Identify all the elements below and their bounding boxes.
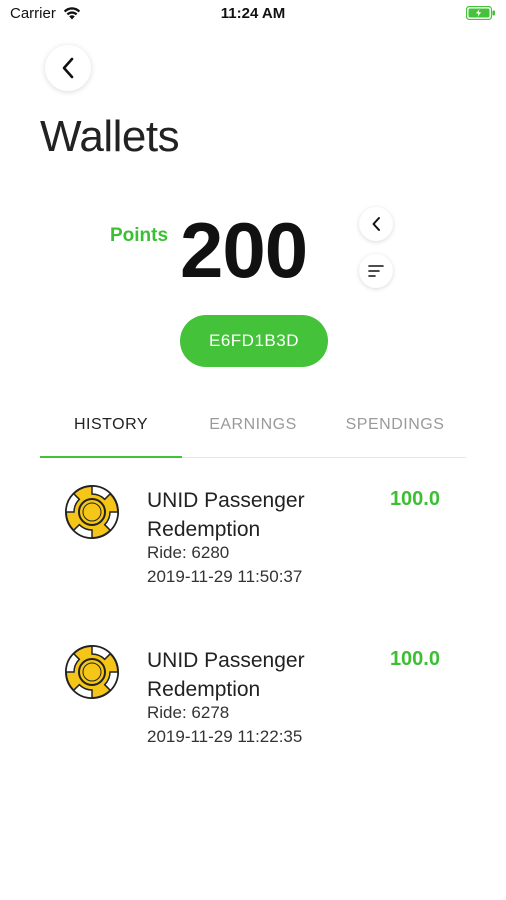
history-item-title: UNID Passenger Redemption (147, 649, 305, 701)
tab-history[interactable]: HISTORY (40, 400, 182, 457)
tab-earnings[interactable]: EARNINGS (182, 400, 324, 457)
chevron-left-icon (372, 217, 380, 231)
sort-icon (368, 265, 384, 277)
points-label: Points (110, 225, 169, 246)
history-item-amount: 100.0 (389, 648, 440, 670)
battery-icon (465, 5, 496, 21)
back-button[interactable] (45, 45, 91, 91)
tab-spendings[interactable]: SPENDINGS (324, 400, 466, 457)
wallet-code-button[interactable]: E6FD1B3D (180, 315, 328, 367)
active-tab-indicator (40, 456, 182, 458)
points-value: 200 (180, 206, 308, 294)
wallet-tabs: HISTORY EARNINGS SPENDINGS (40, 400, 466, 458)
history-list-item[interactable]: UNID Passenger Redemption Ride: 6280 201… (0, 480, 506, 620)
coin-icon (64, 644, 120, 700)
coin-icon (64, 484, 120, 540)
history-item-date: 2019-11-29 11:22:35 (147, 727, 303, 746)
page-title: Wallets (40, 112, 180, 161)
status-bar: Carrier 11:24 AM (0, 0, 506, 30)
history-item-ride: Ride: 6278 (147, 703, 230, 722)
history-item-title: UNID Passenger Redemption (147, 489, 305, 541)
collapse-button[interactable] (359, 207, 393, 241)
history-item-ride: Ride: 6280 (147, 543, 230, 562)
history-item-amount: 100.0 (389, 488, 440, 510)
sort-button[interactable] (359, 254, 393, 288)
history-list-item[interactable]: UNID Passenger Redemption Ride: 6278 201… (0, 640, 506, 780)
chevron-left-icon (62, 57, 74, 79)
status-time: 11:24 AM (220, 5, 286, 22)
history-item-date: 2019-11-29 11:50:37 (147, 567, 303, 586)
